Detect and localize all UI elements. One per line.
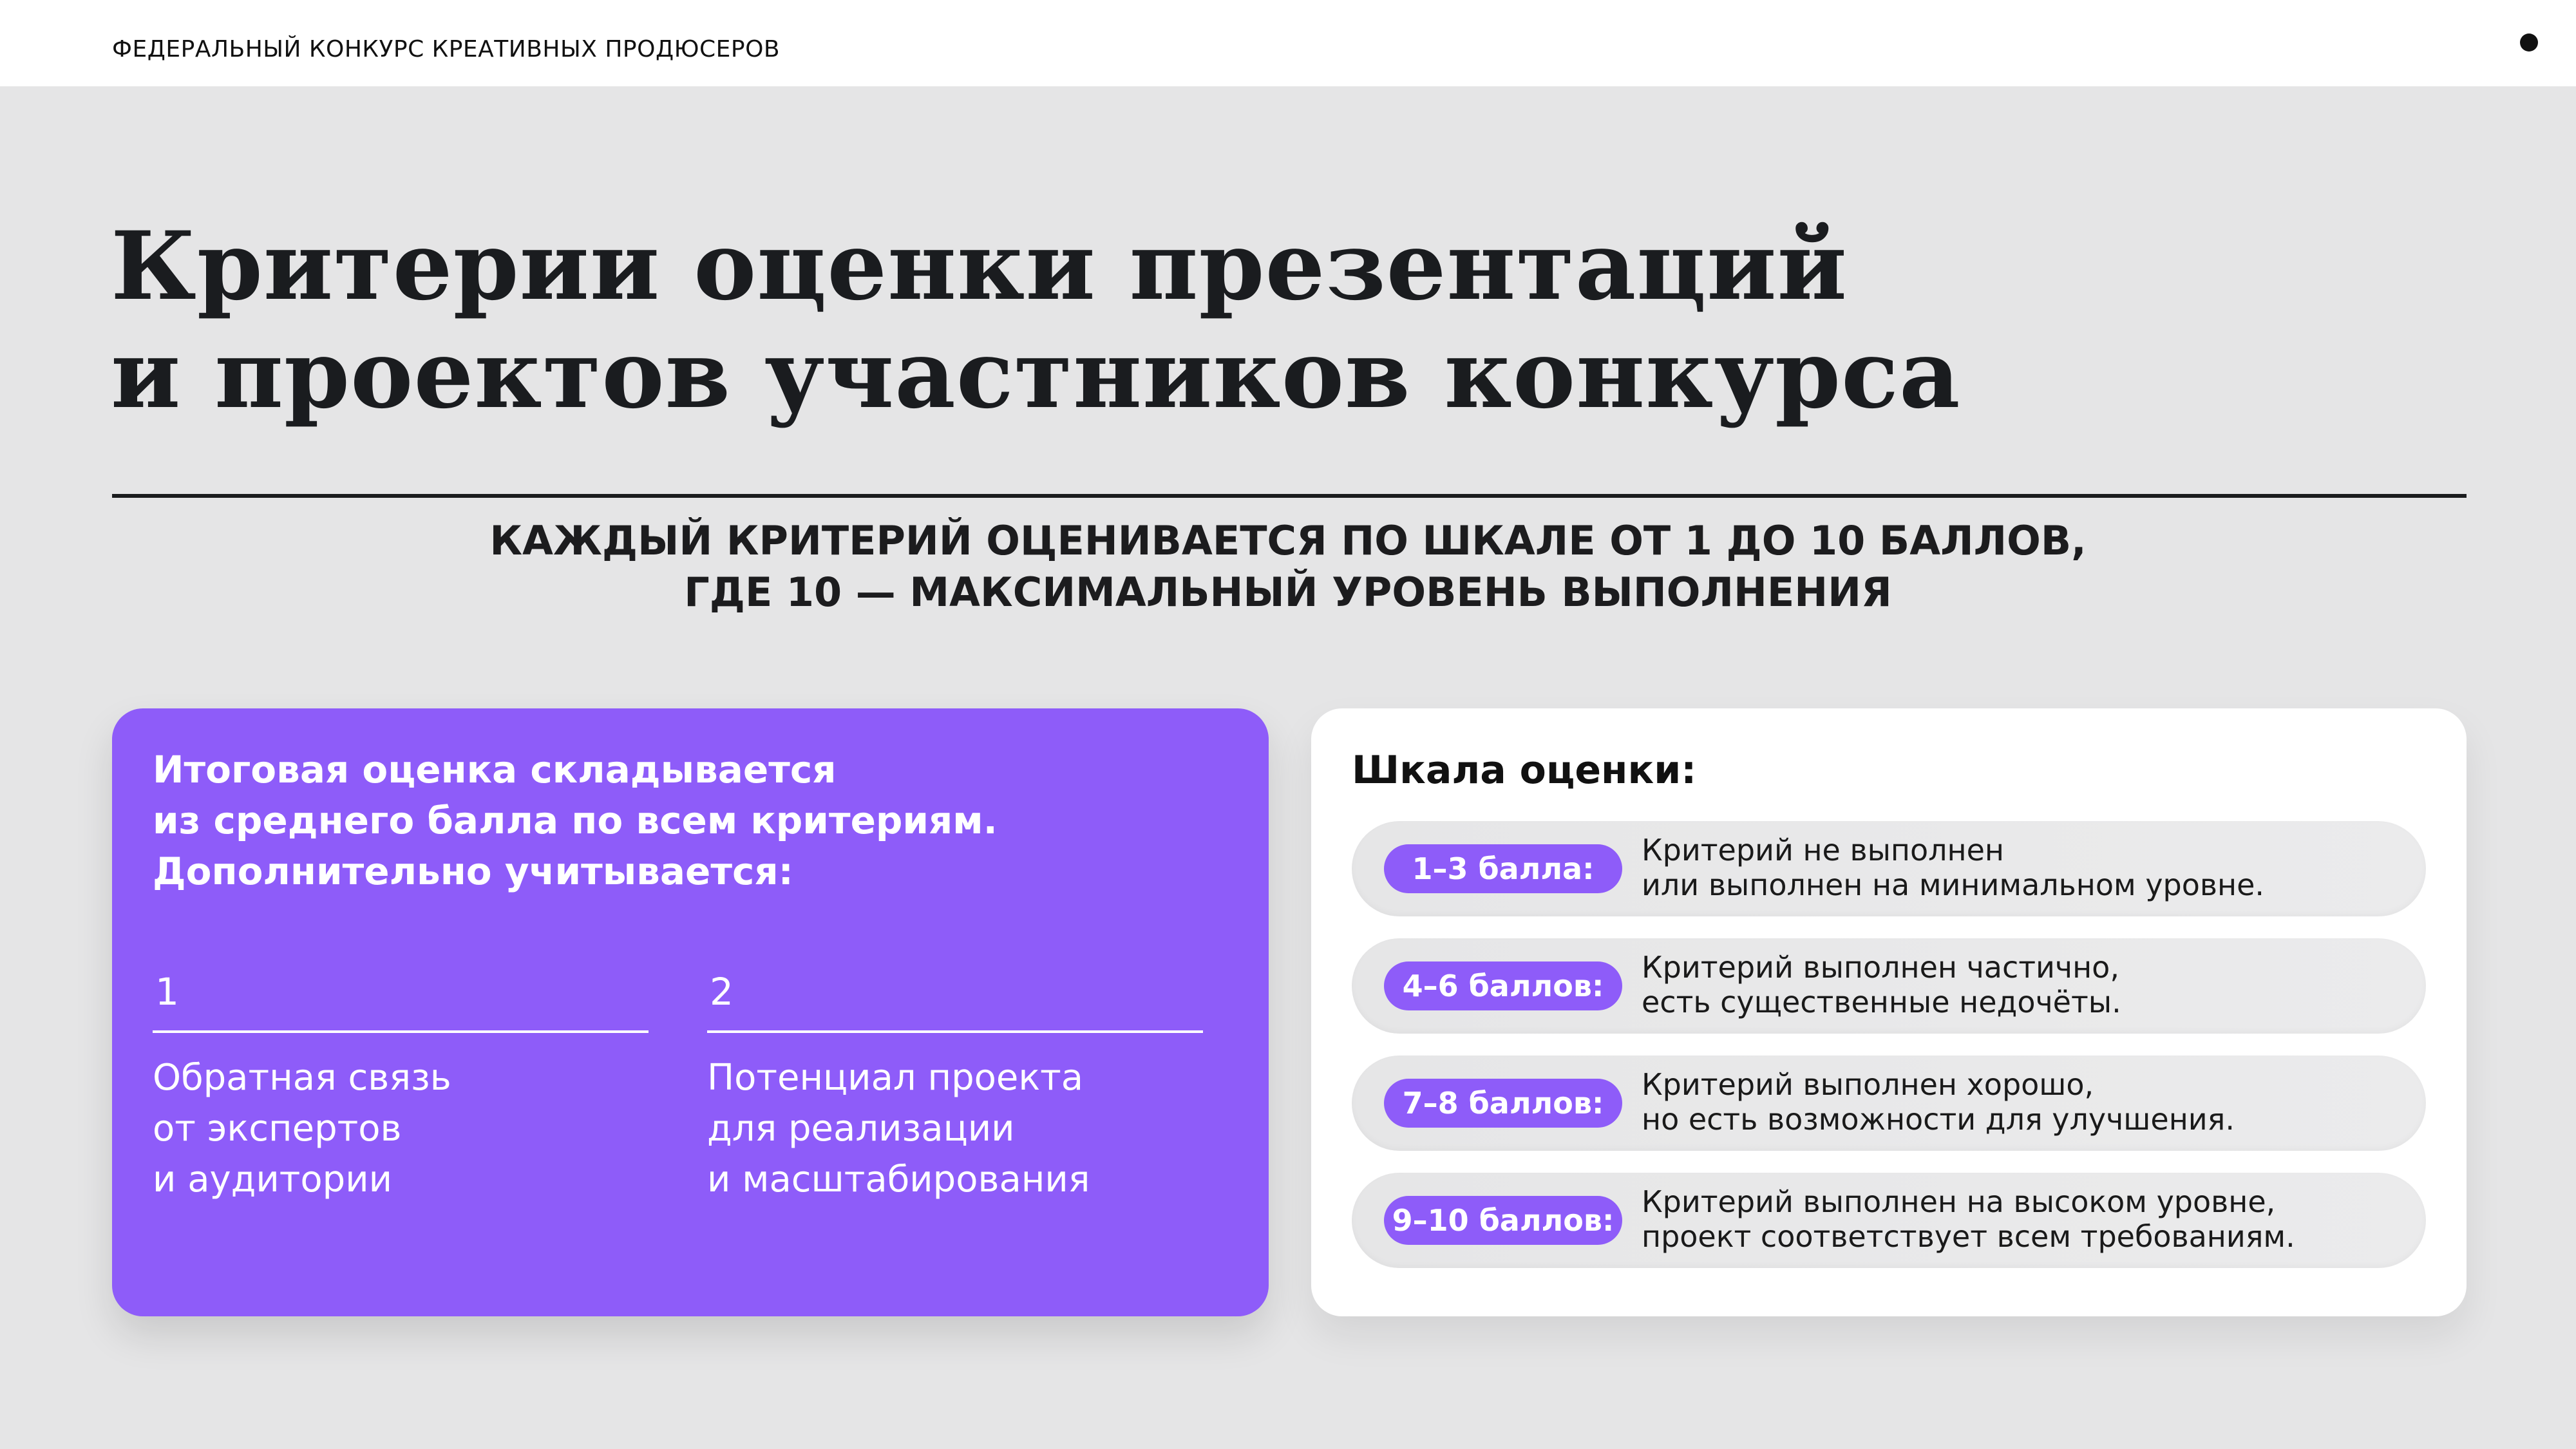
scale-description: Критерий не выполнен или выполнен на мин…: [1642, 833, 2264, 902]
dot-icon: [2520, 33, 2538, 52]
scale-row: 7–8 баллов: Критерий выполнен хорошо, но…: [1352, 1056, 2426, 1151]
factor-text-line: и аудитории: [153, 1159, 392, 1200]
scale-badge: 1–3 балла:: [1384, 844, 1622, 893]
factor-text: Потенциал проекта для реализации и масшт…: [707, 1052, 1203, 1205]
summary-intro-line-2: из среднего балла по всем критериям.: [153, 799, 998, 842]
scale-description-line: Критерий не выполнен: [1642, 833, 2004, 867]
header-title: ФЕДЕРАЛЬНЫЙ КОНКУРС КРЕАТИВНЫХ ПРОДЮСЕРО…: [112, 36, 781, 62]
top-bar: ФЕДЕРАЛЬНЫЙ КОНКУРС КРЕАТИВНЫХ ПРОДЮСЕРО…: [0, 0, 2576, 86]
factor-text-line: Обратная связь: [153, 1057, 451, 1099]
factor-number: 2: [707, 966, 1203, 1033]
scale-description: Критерий выполнен хорошо, но есть возмож…: [1642, 1067, 2235, 1137]
factor-text-line: и масштабирования: [707, 1159, 1090, 1200]
scale-description: Критерий выполнен частично, есть существ…: [1642, 950, 2121, 1019]
scale-badge: 4–6 баллов:: [1384, 961, 1622, 1010]
page-title-line-1: Критерии оценки презентаций: [111, 211, 1848, 321]
factor-potential: 2 Потенциал проекта для реализации и мас…: [707, 966, 1203, 1205]
scale-description-line: Критерий выполнен на высоком уровне,: [1642, 1184, 2276, 1219]
scale-description-line: проект соответствует всем требованиям.: [1642, 1219, 2295, 1254]
scale-row: 4–6 баллов: Критерий выполнен частично, …: [1352, 938, 2426, 1034]
factor-text-line: Потенциал проекта: [707, 1057, 1084, 1099]
subtitle-line-2: ГДЕ 10 — МАКСИМАЛЬНЫЙ УРОВЕНЬ ВЫПОЛНЕНИЯ: [684, 569, 1892, 616]
scale-description-line: но есть возможности для улучшения.: [1642, 1102, 2235, 1137]
scale-row: 1–3 балла: Критерий не выполнен или выпо…: [1352, 821, 2426, 916]
summary-card: Итоговая оценка складывается из среднего…: [112, 708, 1269, 1316]
scale-description-line: Критерий выполнен частично,: [1642, 950, 2119, 985]
factor-text-line: от экспертов: [153, 1108, 402, 1150]
summary-intro: Итоговая оценка складывается из среднего…: [153, 744, 998, 897]
factor-number: 1: [153, 966, 649, 1033]
scale-row: 9–10 баллов: Критерий выполнен на высоко…: [1352, 1173, 2426, 1268]
factor-text: Обратная связь от экспертов и аудитории: [153, 1052, 649, 1205]
subtitle: КАЖДЫЙ КРИТЕРИЙ ОЦЕНИВАЕТСЯ ПО ШКАЛЕ ОТ …: [0, 515, 2576, 618]
page-title-line-2: и проектов участников конкурса: [111, 319, 1961, 430]
scale-card: Шкала оценки: 1–3 балла: Критерий не вып…: [1311, 708, 2467, 1316]
scale-description-line: Критерий выполнен хорошо,: [1642, 1067, 2094, 1102]
page-title: Критерии оценки презентаций и проектов у…: [111, 213, 1961, 429]
factor-text-line: для реализации: [707, 1108, 1015, 1150]
summary-intro-line-1: Итоговая оценка складывается: [153, 748, 837, 791]
scale-description-line: или выполнен на минимальном уровне.: [1642, 867, 2265, 902]
summary-intro-line-3: Дополнительно учитывается:: [153, 849, 793, 893]
scale-description-line: есть существенные недочёты.: [1642, 985, 2121, 1019]
scale-description: Критерий выполнен на высоком уровне, про…: [1642, 1184, 2295, 1254]
divider: [112, 494, 2467, 498]
scale-title: Шкала оценки:: [1352, 748, 1697, 793]
scale-badge: 9–10 баллов:: [1384, 1196, 1622, 1245]
subtitle-line-1: КАЖДЫЙ КРИТЕРИЙ ОЦЕНИВАЕТСЯ ПО ШКАЛЕ ОТ …: [489, 517, 2087, 564]
scale-badge: 7–8 баллов:: [1384, 1079, 1622, 1128]
factor-feedback: 1 Обратная связь от экспертов и аудитори…: [153, 966, 649, 1205]
